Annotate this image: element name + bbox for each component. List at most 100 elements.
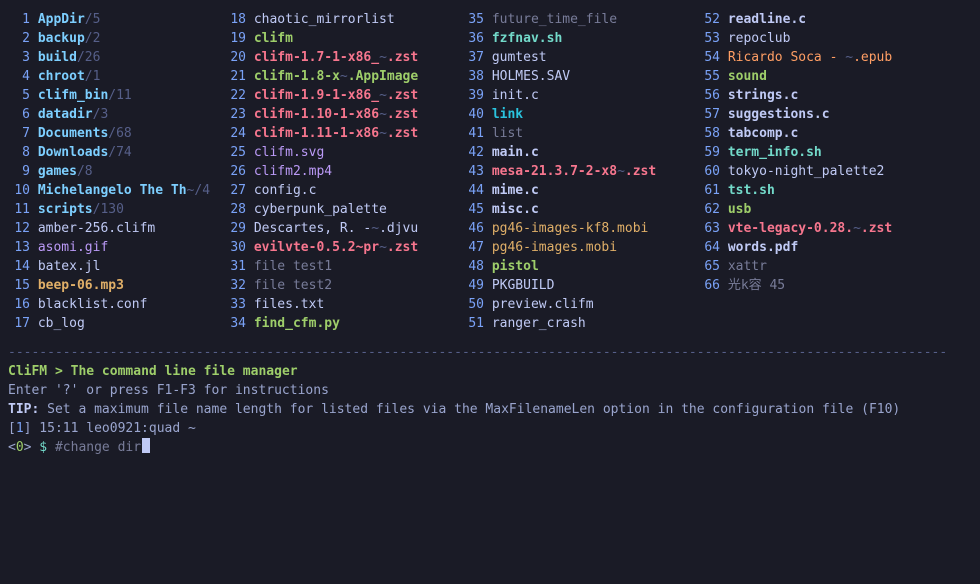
file-entry[interactable]: 17 cb_log <box>8 314 224 333</box>
file-entry[interactable]: 25 clifm.svg <box>224 143 462 162</box>
file-entry[interactable]: 16 blacklist.conf <box>8 295 224 314</box>
file-entry[interactable]: 56 strings.c <box>698 86 972 105</box>
file-entry[interactable]: 18 chaotic_mirrorlist <box>224 10 462 29</box>
file-index: 16 <box>8 295 30 314</box>
file-name-part: term_info.sh <box>728 145 822 160</box>
file-entry[interactable]: 5 clifm_bin/11 <box>8 86 224 105</box>
file-name-part: find_cfm.py <box>254 316 340 331</box>
file-index: 46 <box>462 219 484 238</box>
file-entry[interactable]: 21 clifm-1.8-x~.AppImage <box>224 67 462 86</box>
status-rest: ] 15:11 leo0921:quad ~ <box>24 421 196 436</box>
file-name-part: /4 <box>194 183 210 198</box>
file-entry[interactable]: 51 ranger_crash <box>462 314 698 333</box>
file-entry[interactable]: 42 main.c <box>462 143 698 162</box>
file-entry[interactable]: 22 clifm-1.9-1-x86_~.zst <box>224 86 462 105</box>
tip-line: TIP: Set a maximum file name length for … <box>8 400 972 419</box>
terminal-window[interactable]: 1 AppDir/52 backup/23 build/264 chroot/1… <box>0 0 980 465</box>
file-entry[interactable]: 43 mesa-21.3.7-2-x8~.zst <box>462 162 698 181</box>
file-entry[interactable]: 20 clifm-1.7-1-x86_~.zst <box>224 48 462 67</box>
file-entry[interactable]: 3 build/26 <box>8 48 224 67</box>
file-index: 24 <box>224 124 246 143</box>
file-entry[interactable]: 30 evilvte-0.5.2~pr~.zst <box>224 238 462 257</box>
file-entry[interactable]: 46 pg46-images-kf8.mobi <box>462 219 698 238</box>
file-entry[interactable]: 65 xattr <box>698 257 972 276</box>
file-entry[interactable]: 8 Downloads/74 <box>8 143 224 162</box>
file-name-part: mime.c <box>492 183 539 198</box>
file-entry[interactable]: 41 list <box>462 124 698 143</box>
file-entry[interactable]: 24 clifm-1.11-1-x86~.zst <box>224 124 462 143</box>
file-entry[interactable]: 13 asomi.gif <box>8 238 224 257</box>
file-entry[interactable]: 11 scripts/130 <box>8 200 224 219</box>
file-entry[interactable]: 63 vte-legacy-0.28.~.zst <box>698 219 972 238</box>
file-entry[interactable]: 26 clifm2.mp4 <box>224 162 462 181</box>
file-entry[interactable]: 34 find_cfm.py <box>224 314 462 333</box>
file-entry[interactable]: 33 files.txt <box>224 295 462 314</box>
file-entry[interactable]: 12 amber-256.clifm <box>8 219 224 238</box>
file-entry[interactable]: 14 batex.jl <box>8 257 224 276</box>
file-entry[interactable]: 57 suggestions.c <box>698 105 972 124</box>
prompt-line[interactable]: <0> $ #change dir <box>8 438 972 457</box>
file-index: 23 <box>224 105 246 124</box>
file-entry[interactable]: 52 readline.c <box>698 10 972 29</box>
file-index: 35 <box>462 10 484 29</box>
file-name-part: clifm-1.8-x <box>254 69 340 84</box>
file-index: 40 <box>462 105 484 124</box>
file-entry[interactable]: 53 repoclub <box>698 29 972 48</box>
file-name-part: tokyo-night_palette2 <box>728 164 885 179</box>
file-index: 64 <box>698 238 720 257</box>
file-entry[interactable]: 54 Ricardo Soca - ~.epub <box>698 48 972 67</box>
file-index: 47 <box>462 238 484 257</box>
file-entry[interactable]: 10 Michelangelo The Th~/4 <box>8 181 224 200</box>
file-name-part: batex.jl <box>38 259 101 274</box>
file-entry[interactable]: 50 preview.clifm <box>462 295 698 314</box>
file-name-part: ~ <box>340 69 348 84</box>
file-name-part: .AppImage <box>348 69 418 84</box>
file-entry[interactable]: 1 AppDir/5 <box>8 10 224 29</box>
file-name-part: ranger_crash <box>492 316 586 331</box>
file-name-part: .zst <box>387 126 418 141</box>
file-name-part: .djvu <box>379 221 418 236</box>
file-entry[interactable]: 49 PKGBUILD <box>462 276 698 295</box>
file-entry[interactable]: 48 pistol <box>462 257 698 276</box>
file-entry[interactable]: 37 gumtest <box>462 48 698 67</box>
file-index: 51 <box>462 314 484 333</box>
file-entry[interactable]: 32 file test2 <box>224 276 462 295</box>
file-entry[interactable]: 28 cyberpunk_palette <box>224 200 462 219</box>
file-name-part: pg46-images-kf8.mobi <box>492 221 649 236</box>
file-entry[interactable]: 60 tokyo-night_palette2 <box>698 162 972 181</box>
file-entry[interactable]: 4 chroot/1 <box>8 67 224 86</box>
file-entry[interactable]: 55 sound <box>698 67 972 86</box>
file-name-part: clifm.svg <box>254 145 324 160</box>
file-entry[interactable]: 2 backup/2 <box>8 29 224 48</box>
file-entry[interactable]: 29 Descartes, R. -~.djvu <box>224 219 462 238</box>
file-entry[interactable]: 58 tabcomp.c <box>698 124 972 143</box>
file-entry[interactable]: 64 words.pdf <box>698 238 972 257</box>
file-entry[interactable]: 39 init.c <box>462 86 698 105</box>
file-entry[interactable]: 9 games/8 <box>8 162 224 181</box>
file-entry[interactable]: 19 clifm <box>224 29 462 48</box>
file-entry[interactable]: 40 link <box>462 105 698 124</box>
file-entry[interactable]: 31 file test1 <box>224 257 462 276</box>
command-input[interactable]: #change dir <box>55 440 141 455</box>
file-name-part: clifm-1.10-1-x86 <box>254 107 379 122</box>
file-entry[interactable]: 45 misc.c <box>462 200 698 219</box>
file-entry[interactable]: 38 HOLMES.SAV <box>462 67 698 86</box>
file-entry[interactable]: 59 term_info.sh <box>698 143 972 162</box>
file-entry[interactable]: 6 datadir/3 <box>8 105 224 124</box>
file-entry[interactable]: 36 fzfnav.sh <box>462 29 698 48</box>
file-entry[interactable]: 62 usb <box>698 200 972 219</box>
file-entry[interactable]: 15 beep-06.mp3 <box>8 276 224 295</box>
file-name-part: /26 <box>77 50 100 65</box>
cursor-icon <box>142 438 150 453</box>
file-entry[interactable]: 7 Documents/68 <box>8 124 224 143</box>
file-entry[interactable]: 27 config.c <box>224 181 462 200</box>
file-entry[interactable]: 66 光k容 45 <box>698 276 972 295</box>
file-entry[interactable]: 61 tst.sh <box>698 181 972 200</box>
file-name-part: readline.c <box>728 12 806 27</box>
file-entry[interactable]: 35 future_time_file <box>462 10 698 29</box>
file-entry[interactable]: 47 pg46-images.mobi <box>462 238 698 257</box>
file-index: 10 <box>8 181 30 200</box>
file-name-part: ~ <box>379 240 387 255</box>
file-entry[interactable]: 44 mime.c <box>462 181 698 200</box>
file-entry[interactable]: 23 clifm-1.10-1-x86~.zst <box>224 105 462 124</box>
